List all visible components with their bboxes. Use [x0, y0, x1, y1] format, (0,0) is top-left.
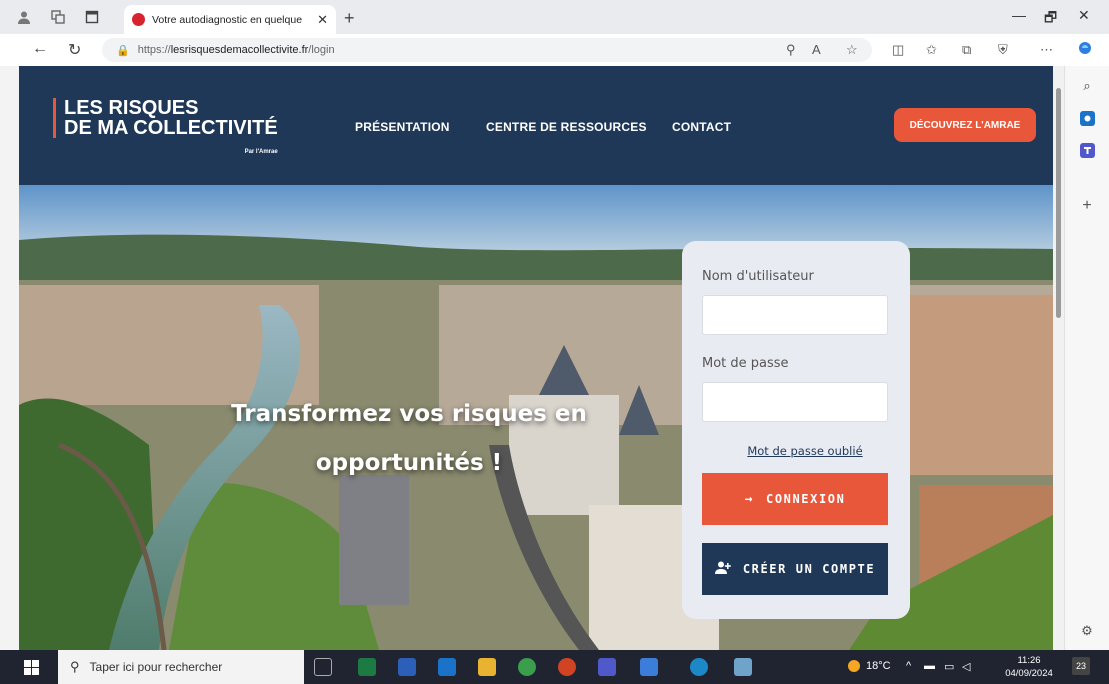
scrollbar-thumb[interactable] — [1056, 88, 1061, 318]
search-icon: ⚲ — [70, 659, 80, 674]
battery-icon[interactable]: ▭ — [944, 660, 954, 673]
logo-byline: Par l'Amrae — [244, 149, 278, 155]
chrome-icon[interactable] — [518, 658, 536, 676]
tab-close-icon[interactable]: ✕ — [317, 12, 328, 28]
login-button[interactable]: → CONNEXION — [702, 473, 888, 525]
powerpoint-icon[interactable] — [558, 658, 576, 676]
back-arrow-icon[interactable]: ← — [32, 40, 48, 58]
url-path: /login — [308, 44, 335, 56]
tab-title: Votre autodiagnostic en quelque — [152, 13, 303, 26]
site-header: LES RISQUES DE MA COLLECTIVITÉ Par l'Amr… — [19, 66, 1053, 185]
edge-icon[interactable] — [690, 658, 708, 676]
taskbar-search-placeholder: Taper ici pour rechercher — [89, 660, 223, 674]
page-scrollbar[interactable] — [1053, 66, 1064, 650]
nav-presentation[interactable]: PRÉSENTATION — [355, 120, 450, 134]
read-aloud-icon[interactable]: A — [812, 42, 821, 57]
more-menu-icon[interactable]: ⋯ — [1040, 42, 1053, 58]
collections-icon[interactable]: ⧉ — [962, 42, 971, 58]
taskbar-search-input[interactable]: ⚲ Taper ici pour rechercher — [58, 650, 304, 684]
copilot-icon[interactable] — [1076, 39, 1094, 60]
weather-icon[interactable] — [846, 658, 862, 677]
weather-temp[interactable]: 18°C — [866, 660, 891, 672]
tagline-line-2: opportunités ! — [315, 450, 503, 476]
windows-taskbar: ⚲ Taper ici pour rechercher 18°C ^ ▬ ▭ ◁… — [0, 650, 1109, 684]
windows-start-icon[interactable] — [24, 660, 39, 675]
address-bar-row: ← ↻ 🔒 https://lesrisquesdemacollectivite… — [0, 34, 1109, 66]
outlook-icon[interactable] — [438, 658, 456, 676]
favorite-star-icon[interactable]: ☆ — [846, 42, 858, 58]
split-screen-icon[interactable]: ◫ — [892, 42, 904, 58]
clock-date: 04/09/2024 — [1005, 668, 1053, 679]
lock-icon: 🔒 — [116, 44, 130, 57]
taskbar-clock[interactable]: 11:26 04/09/2024 — [1000, 654, 1058, 680]
hero-tagline: Transformez vos risques en opportunités … — [219, 390, 599, 488]
tab-actions-icon[interactable] — [82, 7, 102, 27]
minimize-button[interactable]: — — [1012, 7, 1026, 23]
key-icon[interactable]: ⚲ — [786, 42, 796, 58]
edge-sidebar: ⌕ + ⚙ — [1064, 66, 1109, 650]
sidebar-teams-icon[interactable] — [1077, 140, 1097, 160]
notification-badge[interactable]: 23 — [1072, 657, 1090, 675]
app-icon[interactable] — [734, 658, 752, 676]
profile-icon[interactable] — [14, 7, 34, 27]
login-card: Nom d'utilisateur Mot de passe Mot de pa… — [682, 241, 910, 619]
tray-chevron-icon[interactable]: ^ — [906, 660, 911, 672]
site-logo[interactable]: LES RISQUES DE MA COLLECTIVITÉ Par l'Amr… — [53, 97, 278, 155]
logo-line-2: DE MA COLLECTIVITÉ — [64, 117, 278, 139]
sidebar-add-icon[interactable]: + — [1077, 196, 1097, 216]
refresh-icon[interactable]: ↻ — [68, 40, 81, 60]
url-prefix: https:// — [137, 44, 171, 56]
favorites-icon[interactable]: ✩ — [926, 42, 937, 58]
password-label: Mot de passe — [702, 356, 789, 371]
new-tab-button[interactable]: + — [344, 8, 355, 29]
excel-icon[interactable] — [358, 658, 376, 676]
url-input[interactable]: 🔒 https://lesrisquesdemacollectivite.fr /… — [102, 38, 872, 62]
nav-resources[interactable]: CENTRE DE RESSOURCES — [486, 120, 647, 134]
arrow-right-icon: → — [744, 491, 754, 507]
workspaces-icon[interactable] — [48, 7, 68, 27]
restore-button[interactable]: 🗗 — [1044, 7, 1057, 31]
sidebar-outlook-icon[interactable] — [1077, 108, 1097, 128]
network-icon[interactable]: ▬ — [924, 660, 935, 672]
sidebar-search-icon[interactable]: ⌕ — [1077, 76, 1097, 96]
close-window-button[interactable]: ✕ — [1078, 7, 1090, 24]
discover-amrae-button[interactable]: DÉCOUVREZ L'AMRAE — [894, 108, 1036, 142]
volume-icon[interactable]: ◁ — [962, 660, 970, 673]
file-explorer-icon[interactable] — [478, 658, 496, 676]
site-favicon-icon — [132, 13, 145, 26]
browser-tab-active[interactable]: Votre autodiagnostic en quelque ✕ — [124, 5, 336, 34]
forgot-password-link[interactable]: Mot de passe oublié — [682, 444, 910, 458]
tagline-line-1: Transformez vos risques en — [231, 401, 587, 427]
web-page: LES RISQUES DE MA COLLECTIVITÉ Par l'Amr… — [19, 66, 1053, 650]
create-account-label: CRÉER UN COMPTE — [742, 562, 876, 576]
clock-time: 11:26 — [1017, 655, 1041, 666]
task-view-icon[interactable] — [314, 658, 332, 676]
username-input[interactable] — [702, 295, 888, 335]
create-account-button[interactable]: CRÉER UN COMPTE — [702, 543, 888, 595]
url-host: lesrisquesdemacollectivite.fr — [170, 44, 309, 56]
extension-icon[interactable]: ⛨ — [998, 42, 1008, 58]
logo-line-1: LES RISQUES — [64, 97, 199, 119]
teams-icon[interactable] — [598, 658, 616, 676]
password-input[interactable] — [702, 382, 888, 422]
username-label: Nom d'utilisateur — [702, 269, 814, 284]
security-shield-icon[interactable] — [640, 658, 658, 676]
word-icon[interactable] — [398, 658, 416, 676]
sidebar-settings-icon[interactable]: ⚙ — [1077, 621, 1097, 641]
login-button-label: CONNEXION — [766, 492, 846, 506]
nav-contact[interactable]: CONTACT — [672, 120, 731, 134]
add-user-icon — [714, 561, 731, 578]
